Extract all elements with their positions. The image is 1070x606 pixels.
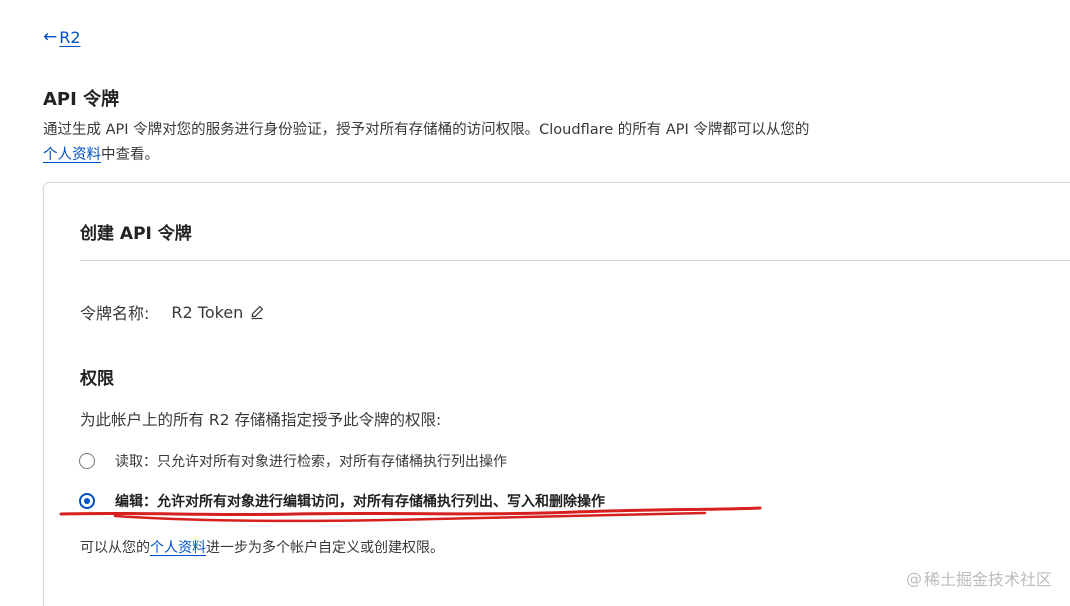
permissions-title: 权限 xyxy=(80,369,114,389)
back-to-r2-link[interactable]: ← R2 xyxy=(43,27,81,47)
description-tail: 中查看。 xyxy=(101,147,159,163)
watermark-at: @ xyxy=(905,568,922,588)
back-link-label: R2 xyxy=(59,27,81,47)
permissions-description: 为此帐户上的所有 R2 存储桶指定授予此令牌的权限: xyxy=(80,411,442,429)
pencil-icon[interactable] xyxy=(249,304,265,320)
profile-link[interactable]: 个人资料 xyxy=(43,147,101,163)
watermark-text: 稀土掘金技术社区 xyxy=(923,570,1052,589)
read-option-label: 读取：只允许对所有对象进行检索，对所有存储桶执行列出操作 xyxy=(115,454,507,470)
card-divider xyxy=(80,260,1070,261)
token-name-row: 令牌名称: R2 Token xyxy=(80,300,265,324)
footer-profile-link[interactable]: 个人资料 xyxy=(150,540,206,556)
radio-option-read[interactable]: 读取：只允许对所有对象进行检索，对所有存储桶执行列出操作 xyxy=(79,451,507,471)
section-description: 通过生成 API 令牌对您的服务进行身份验证，授予对所有存储桶的访问权限。Clo… xyxy=(43,118,903,168)
footer-note: 可以从您的个人资料进一步为多个帐户自定义或创建权限。 xyxy=(80,537,444,557)
page-title: API 令牌 xyxy=(43,89,120,110)
card-title: 创建 API 令牌 xyxy=(80,224,192,244)
create-token-card: 创建 API 令牌 令牌名称: R2 Token 权限 为此帐户上的所有 R2 … xyxy=(43,182,1070,606)
footer-prefix: 可以从您的 xyxy=(80,540,150,556)
edit-radio-button[interactable] xyxy=(79,493,95,509)
radio-option-edit[interactable]: 编辑：允许对所有对象进行编辑访问，对所有存储桶执行列出、写入和删除操作 xyxy=(79,491,605,511)
description-text: 通过生成 API 令牌对您的服务进行身份验证，授予对所有存储桶的访问权限。Clo… xyxy=(43,122,810,138)
footer-suffix: 进一步为多个帐户自定义或创建权限。 xyxy=(206,540,444,556)
watermark: @ 稀土掘金技术社区 xyxy=(906,566,1052,590)
edit-option-label: 编辑：允许对所有对象进行编辑访问，对所有存储桶执行列出、写入和删除操作 xyxy=(115,494,605,510)
back-arrow-icon: ← xyxy=(43,27,58,47)
token-name-label: 令牌名称: xyxy=(80,304,150,323)
page: ← R2 API 令牌 通过生成 API 令牌对您的服务进行身份验证，授予对所有… xyxy=(0,0,1070,606)
read-radio-button[interactable] xyxy=(79,453,95,469)
token-name-value: R2 Token xyxy=(171,302,244,322)
